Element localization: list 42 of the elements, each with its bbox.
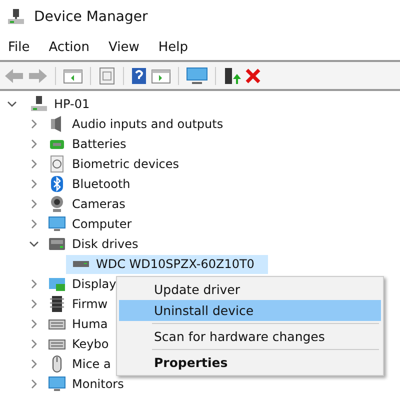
tree-item[interactable]: HP-01: [52, 97, 90, 111]
monitor-icon[interactable]: [186, 66, 208, 84]
menu-item[interactable]: Action: [48, 40, 90, 54]
forward-icon[interactable]: [28, 68, 48, 84]
webcam-icon: [48, 195, 66, 213]
menu-item[interactable]: Properties: [119, 352, 381, 373]
tree-item[interactable]: Keybo: [70, 337, 109, 351]
tree-item[interactable]: Monitors: [70, 377, 124, 391]
tree-item[interactable]: Biometric devices: [70, 157, 180, 171]
drive-icon: [48, 235, 66, 253]
tree-item[interactable]: Audio inputs and outputs: [70, 117, 224, 131]
tree-item[interactable]: Bluetooth: [70, 177, 130, 191]
menu-item[interactable]: Update driver: [119, 279, 381, 300]
help-icon[interactable]: [131, 66, 147, 84]
monitor-icon: [48, 375, 66, 393]
computer-icon: [30, 95, 48, 113]
menu-item[interactable]: Help: [158, 40, 188, 54]
tree-item[interactable]: Batteries: [70, 137, 126, 151]
chip-icon: [48, 295, 66, 313]
fingerprint-icon: [48, 155, 66, 173]
monitor-icon: [48, 215, 66, 233]
panel-icon[interactable]: [63, 68, 83, 84]
tree-item[interactable]: Huma: [70, 317, 108, 331]
computer-icon: [7, 8, 25, 26]
back-icon[interactable]: [4, 68, 24, 84]
tree-item[interactable]: Computer: [70, 217, 132, 231]
display-adapter-icon: [48, 275, 66, 293]
drive-icon: [72, 259, 90, 269]
tree-item[interactable]: Firmw: [70, 297, 108, 311]
tree-item[interactable]: Mice a: [70, 357, 111, 371]
delete-icon[interactable]: [245, 68, 261, 84]
panel-icon[interactable]: [151, 68, 171, 84]
tree-item[interactable]: Cameras: [70, 197, 126, 211]
window-title: Device Manager: [34, 9, 148, 25]
menu-item[interactable]: Uninstall device: [119, 300, 381, 321]
menu-item[interactable]: View: [108, 40, 140, 54]
bluetooth-icon: [48, 175, 66, 193]
menu-item[interactable]: Scan for hardware changes: [119, 326, 381, 347]
tree-item[interactable]: Display: [70, 277, 116, 291]
tree-item[interactable]: Disk drives: [70, 237, 138, 251]
tree-item[interactable]: WDC WD10SPZX-60Z10T0: [66, 254, 268, 274]
menu-item[interactable]: File: [8, 40, 30, 54]
